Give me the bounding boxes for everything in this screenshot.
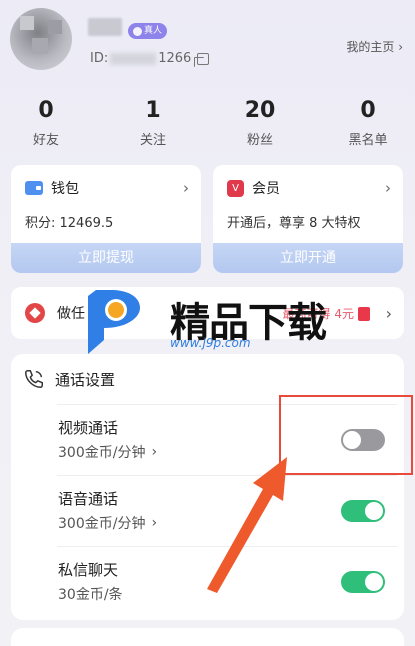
vip-title: V 会员	[227, 178, 280, 198]
price-link[interactable]: 300金币/分钟 ›	[58, 442, 157, 462]
stat-friends[interactable]: 0 好友	[11, 98, 81, 148]
real-person-badge: 真人	[128, 23, 168, 39]
copy-icon[interactable]	[194, 52, 210, 67]
vip-card[interactable]: V 会员 › 开通后，尊享 8 大特权 立即开通	[213, 165, 403, 273]
stat-following[interactable]: 1 关注	[118, 98, 188, 148]
wallet-title: 钱包	[25, 178, 79, 198]
watermark-logo-icon	[88, 290, 140, 354]
chevron-right-icon: ›	[385, 179, 391, 197]
phone-icon	[25, 370, 43, 388]
stat-fans[interactable]: 20 粉丝	[225, 98, 295, 148]
points-balance: 积分: 12469.5	[25, 216, 114, 231]
highlight-box	[279, 395, 413, 475]
uid-blurred	[110, 52, 157, 65]
red-packet-icon	[358, 307, 370, 321]
wallet-icon	[25, 181, 43, 195]
user-id: ID: 1266	[90, 51, 210, 67]
vip-icon: V	[227, 179, 244, 197]
chevron-right-icon: ›	[385, 303, 392, 323]
call-settings-title: 通话设置	[23, 368, 115, 390]
vip-description: 开通后，尊享 8 大特权	[227, 216, 361, 231]
task-icon	[25, 303, 45, 323]
annotation-arrow-icon	[207, 457, 287, 593]
price-label: 30金币/条	[58, 587, 123, 603]
avatar[interactable]	[10, 8, 72, 70]
username-blurred	[88, 18, 122, 36]
activate-vip-button[interactable]: 立即开通	[213, 243, 403, 273]
private-chat-toggle[interactable]	[341, 571, 385, 593]
wallet-card[interactable]: 钱包 › 积分: 12469.5 立即提现	[11, 165, 201, 273]
chevron-right-icon: ›	[183, 179, 189, 197]
chevron-right-icon: ›	[151, 515, 158, 531]
watermark-url: www.j9p.com	[170, 336, 251, 350]
stat-blacklist[interactable]: 0 黑名单	[333, 98, 403, 148]
withdraw-button[interactable]: 立即提现	[11, 243, 201, 273]
price-link[interactable]: 300金币/分钟 ›	[58, 513, 157, 533]
voice-call-toggle[interactable]	[341, 500, 385, 522]
chevron-right-icon: ›	[151, 444, 158, 460]
person-icon	[133, 26, 142, 36]
my-homepage-link[interactable]: 我的主页 ›	[346, 38, 403, 55]
next-section-card	[11, 628, 404, 646]
